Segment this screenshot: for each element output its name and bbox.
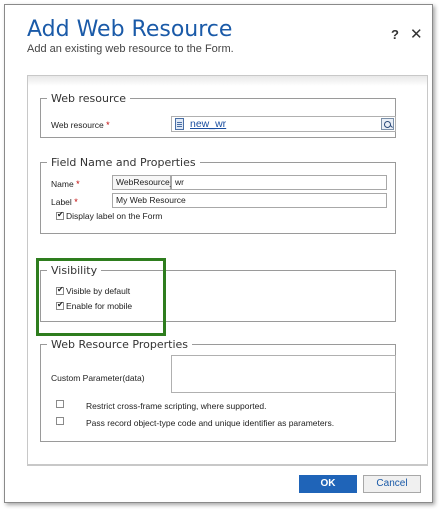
required-marker: * (76, 179, 80, 189)
web-resource-field-label: Web resource * (51, 120, 110, 130)
required-marker: * (106, 120, 110, 130)
custom-parameter-textarea[interactable] (171, 355, 396, 393)
body-top-shade (28, 76, 427, 86)
label-label-text: Label (51, 197, 72, 207)
web-resource-label-text: Web resource (51, 120, 104, 130)
cancel-button[interactable]: Cancel (363, 475, 421, 493)
document-icon (175, 118, 184, 130)
help-icon[interactable]: ? (391, 27, 399, 42)
dialog-header: Add Web Resource Add an existing web res… (5, 5, 432, 75)
display-label-checkbox-label: Display label on the Form (66, 211, 163, 221)
name-input[interactable]: wr (171, 175, 387, 190)
web-resource-legend: Web resource (51, 92, 127, 105)
web-resource-lookup-value[interactable]: new_wr (190, 118, 226, 130)
label-input[interactable]: My Web Resource (112, 193, 387, 208)
label-field-label: Label * (51, 197, 78, 207)
pass-record-label: Pass record object-type code and unique … (86, 418, 335, 428)
footer-divider (27, 465, 428, 466)
name-prefix-field: WebResource_ (112, 175, 174, 190)
web-resource-lookup[interactable]: new_wr (171, 116, 396, 132)
web-resource-properties-section: Web Resource Properties Custom Parameter… (40, 338, 396, 442)
visibility-highlight-annotation (36, 258, 166, 336)
restrict-cross-frame-label: Restrict cross-frame scripting, where su… (86, 401, 267, 411)
dialog-title: Add Web Resource (27, 17, 233, 42)
close-icon[interactable]: ✕ (410, 25, 423, 43)
web-resource-section: Web resource Web resource * new_wr (40, 92, 396, 138)
ok-button[interactable]: OK (299, 475, 357, 493)
pass-record-checkbox[interactable] (56, 417, 64, 425)
field-name-properties-section: Field Name and Properties Name * WebReso… (40, 156, 396, 234)
name-field-label: Name * (51, 179, 80, 189)
lookup-search-icon[interactable] (381, 118, 394, 130)
web-resource-properties-legend: Web Resource Properties (51, 338, 189, 351)
dialog-subtitle: Add an existing web resource to the Form… (27, 43, 234, 55)
custom-parameter-label: Custom Parameter(data) (51, 373, 145, 383)
name-label-text: Name (51, 179, 74, 189)
field-name-properties-legend: Field Name and Properties (51, 156, 196, 169)
required-marker: * (74, 197, 78, 207)
add-web-resource-dialog: Add Web Resource Add an existing web res… (4, 4, 433, 503)
restrict-cross-frame-checkbox[interactable] (56, 400, 64, 408)
display-label-checkbox[interactable] (56, 210, 64, 220)
